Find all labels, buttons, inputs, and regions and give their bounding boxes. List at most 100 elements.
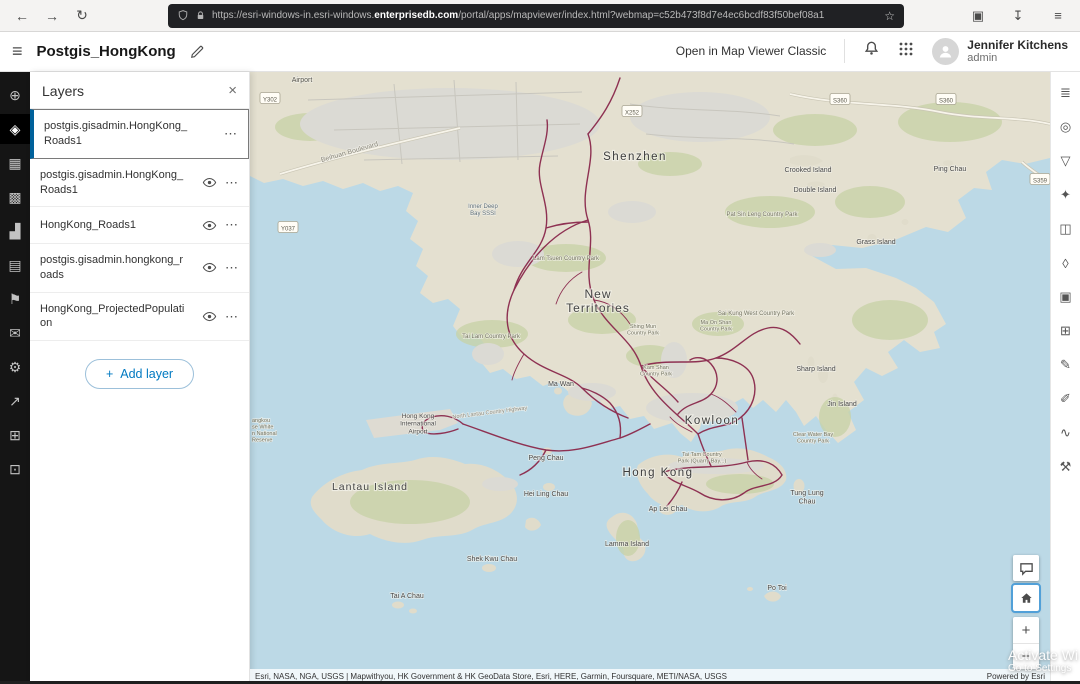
powered-by-esri: Powered by Esri [987,672,1045,681]
zoom-out-button[interactable]: − [1013,643,1039,669]
soko-island-1 [392,602,404,609]
visibility-eye-icon [202,218,217,233]
basemap: Y302X252S360S360S359Y037 AirportShenzhen… [250,72,1050,684]
map-label: Sharp Island [796,366,835,373]
downloads-icon[interactable]: ↧ [1006,4,1030,28]
open-in-classic-link[interactable]: Open in Map Viewer Classic [676,44,827,58]
legend-icon[interactable]: ▤ [0,250,30,280]
notifications-bell-icon[interactable] [863,40,880,62]
charts-icon[interactable]: ▟ [0,216,30,246]
utility-icon[interactable]: ⚒ [1055,456,1077,478]
map-label: Ap Lei Chau [649,506,688,513]
layer-options-button[interactable]: ⋯ [224,125,238,143]
share-icon[interactable]: ↗ [0,386,30,416]
url-scheme-host: https://esri-windows-in.esri-windows. [212,10,374,21]
back-icon[interactable]: ← [10,4,34,28]
map-label: Double Island [794,187,837,194]
map-label: Po Toi [767,585,787,592]
save-map-icon[interactable]: ✉ [0,318,30,348]
route-shield-label: Y302 [263,98,278,104]
toggle-visibility-button[interactable] [202,175,217,190]
feedback-button[interactable] [1013,555,1039,581]
forward-icon[interactable]: → [40,4,64,28]
layers-icon[interactable]: ◈ [0,114,30,144]
sketch-icon[interactable]: ✐ [1055,388,1077,410]
edit-title-button[interactable] [190,45,204,59]
toggle-visibility-button[interactable] [202,309,217,324]
user-menu[interactable]: Jennifer Kitchens admin [932,38,1068,66]
properties-icon[interactable]: ≣ [1055,82,1077,104]
layer-options-button[interactable]: ⋯ [225,308,239,326]
bookmark-star-icon[interactable]: ☆ [884,9,895,23]
url-text: https://esri-windows-in.esri-windows.ent… [212,10,824,21]
add-layer-button[interactable]: + Add layer [85,359,194,389]
aggregation-icon[interactable]: ◫ [1055,218,1077,240]
left-tool-rail: ⊕ ◈ ▦ ▩ ▟ ▤ ⚑ ✉ ⚙ ↗ ⊞ ⊡ [0,72,30,684]
charts-side-icon[interactable]: ∿ [1055,422,1077,444]
filter-icon[interactable]: ▽ [1055,150,1077,172]
tables-icon[interactable]: ▦ [0,148,30,178]
speech-bubble-icon [1019,561,1034,576]
map-label: Tai Lam Country Park [462,334,521,340]
map-label: Hei Ling Chau [524,491,568,498]
browser-nav-icons: ←→↻ [10,4,94,28]
route-shield-label: X252 [625,111,640,117]
layer-controls: ⋯ [202,308,239,326]
layer-options-button[interactable]: ⋯ [225,259,239,277]
map-label: Ma On ShanCountry Park [700,320,732,332]
layer-controls: ⋯ [202,259,239,277]
fields-icon[interactable]: ⊞ [1055,320,1077,342]
toggle-visibility-button[interactable] [202,218,217,233]
map-label: Grass Island [856,239,895,246]
layer-options-button[interactable]: ⋯ [225,216,239,234]
lock-icon[interactable] [195,9,206,22]
popups-icon[interactable]: ▣ [1055,286,1077,308]
home-button[interactable] [1013,585,1039,611]
zoom-in-button[interactable]: + [1013,617,1039,643]
print-icon[interactable]: ⊡ [0,454,30,484]
map-label: Peng Chau [528,455,563,462]
hei-ling-chau-island [543,483,555,491]
tracking-shield-icon[interactable] [177,9,189,22]
map-label: Tai A Chau [390,593,424,600]
app-header: ≡ Postgis_HongKong Open in Map Viewer Cl… [0,32,1080,72]
map-label: Crooked Island [784,167,831,174]
pencil-icon [190,45,204,59]
map-label: Clear Water BayCountry Park [793,432,833,444]
labels-icon[interactable]: ◊ [1055,252,1077,274]
toggle-visibility-button[interactable] [202,260,217,275]
save-page-icon[interactable]: ▣ [966,4,990,28]
hamburger-menu-icon[interactable]: ≡ [12,41,23,62]
basemap-icon[interactable]: ▩ [0,182,30,212]
map-label: Lantau Island [332,481,408,493]
layer-item[interactable]: postgis.gisadmin.hongkong_roads⋯ [30,244,249,293]
layer-item[interactable]: postgis.gisadmin.HongKong_Roads1⋯ [30,159,249,208]
layer-item[interactable]: postgis.gisadmin.HongKong_Roads1⋯ [30,109,249,159]
tap-mun-island [902,219,909,225]
styles-icon[interactable]: ✎ [1055,354,1077,376]
map-canvas[interactable]: Y302X252S360S360S359Y037 AirportShenzhen… [250,72,1050,684]
bookmarks-icon[interactable]: ⚑ [0,284,30,314]
layer-item[interactable]: HongKong_Roads1⋯ [30,207,249,244]
map-label: Ping Chau [934,166,967,173]
reload-icon[interactable]: ↻ [70,4,94,28]
app-menu-icon[interactable]: ≡ [1046,4,1070,28]
layer-options-button[interactable]: ⋯ [225,174,239,192]
route-shield-label: S359 [1033,179,1048,185]
effects-icon[interactable]: ✦ [1055,184,1077,206]
browser-toolbar: ←→↻ https://esri-windows-in.esri-windows… [0,0,1080,32]
browse-layers-icon[interactable]: ◎ [1055,116,1077,138]
layer-item[interactable]: HongKong_ProjectedPopulation⋯ [30,293,249,342]
map-properties-icon[interactable]: ⚙ [0,352,30,382]
visibility-eye-icon [202,175,217,190]
map-label: Hong Kong [622,467,693,479]
app-launcher-grid-icon[interactable] [898,41,914,62]
address-bar[interactable]: https://esri-windows-in.esri-windows.ent… [168,4,904,28]
home-icon [1019,591,1034,606]
close-panel-icon[interactable]: × [228,86,237,96]
attribution-text: Esri, NASA, NGA, USGS | Mapwithyou, HK G… [255,672,727,681]
header-divider [844,39,845,63]
add-new-icon[interactable]: ⊕ [0,80,30,110]
layer-controls: ⋯ [202,174,239,192]
apps-icon[interactable]: ⊞ [0,420,30,450]
